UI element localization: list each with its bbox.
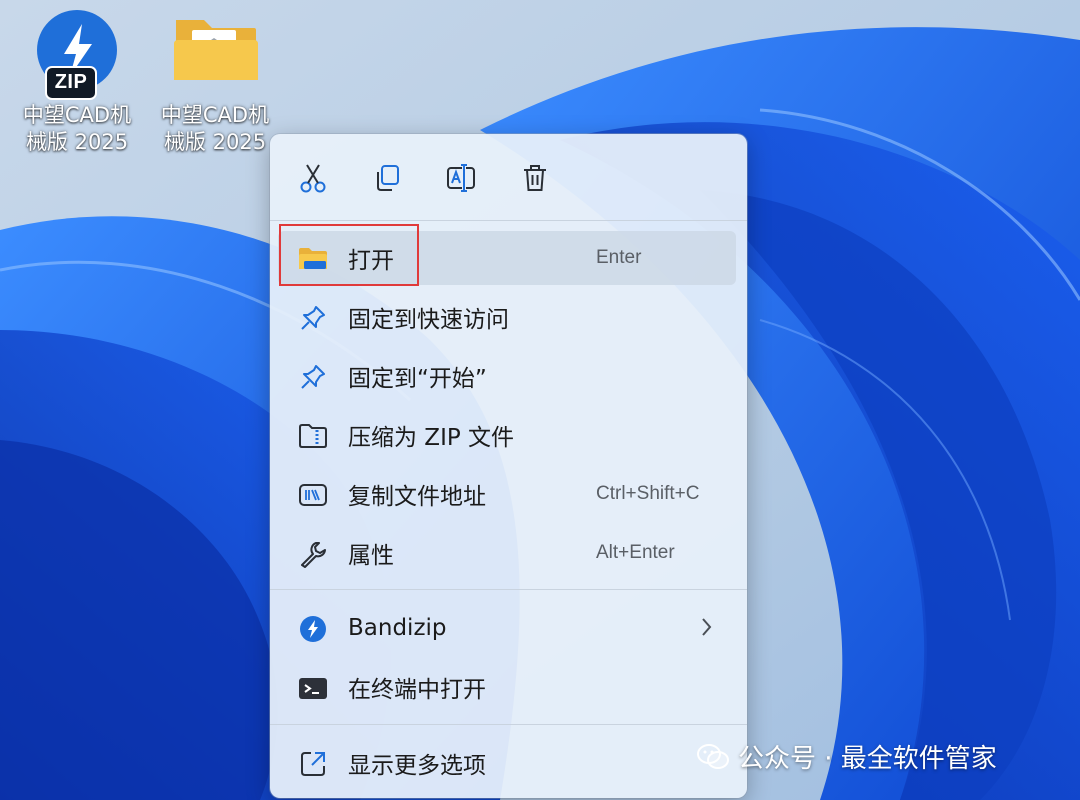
menu-separator xyxy=(270,589,747,590)
trash-icon xyxy=(524,165,546,191)
highlight-box xyxy=(279,224,419,286)
copy-button[interactable] xyxy=(367,158,407,198)
menu-item-open-terminal[interactable]: 在终端中打开 xyxy=(278,660,736,714)
bandizip-icon xyxy=(298,614,328,644)
menu-item-shortcut: Ctrl+Shift+C xyxy=(596,483,700,504)
menu-item-compress-zip[interactable]: 压缩为 ZIP 文件 xyxy=(278,408,736,462)
menu-item-properties[interactable]: 属性 Alt+Enter xyxy=(278,526,736,580)
delete-button[interactable] xyxy=(515,158,555,198)
menu-item-shortcut: Enter xyxy=(596,247,642,268)
menu-item-label: 压缩为 ZIP 文件 xyxy=(348,425,515,451)
chevron-right-icon xyxy=(700,615,714,643)
menu-item-label: 固定到快速访问 xyxy=(348,307,509,333)
terminal-icon xyxy=(298,673,328,703)
menu-item-copy-path[interactable]: 复制文件地址 Ctrl+Shift+C xyxy=(278,467,736,521)
menu-separator xyxy=(270,724,747,725)
watermark: 公众号 · 最全软件管家 xyxy=(696,738,997,775)
wechat-icon xyxy=(697,743,729,769)
zip-badge: ZIP xyxy=(45,66,97,100)
rename-icon xyxy=(447,164,475,192)
menu-item-label: Bandizip xyxy=(348,615,447,641)
desktop-icon-label: 中望CAD机 械版 2025 xyxy=(160,103,270,154)
watermark-text: 公众号 · 最全软件管家 xyxy=(738,744,997,774)
menu-item-pin-quick-access[interactable]: 固定到快速访问 xyxy=(278,290,736,344)
desktop-icon-label: 中望CAD机 械版 2025 xyxy=(22,103,132,154)
menu-item-pin-start[interactable]: 固定到“开始” xyxy=(278,349,736,403)
zip-folder-icon xyxy=(298,421,328,451)
desktop-icon-zip-archive[interactable]: ZIP 中望CAD机 械版 2025 xyxy=(12,10,142,156)
path-icon xyxy=(298,480,328,510)
menu-item-label: 显示更多选项 xyxy=(348,753,486,779)
desktop-icon-folder[interactable]: 中望CAD机 械版 2025 xyxy=(150,10,280,156)
menu-item-label: 复制文件地址 xyxy=(348,484,486,510)
pin-icon xyxy=(298,362,328,392)
menu-item-shortcut: Alt+Enter xyxy=(596,542,675,563)
external-icon xyxy=(298,749,328,779)
menu-item-show-more-options[interactable]: 显示更多选项 xyxy=(278,736,736,790)
cut-button[interactable] xyxy=(293,158,333,198)
menu-separator xyxy=(270,220,747,221)
copy-icon xyxy=(377,165,399,191)
scissors-icon xyxy=(300,164,326,193)
menu-item-label: 属性 xyxy=(348,543,394,569)
menu-item-label: 固定到“开始” xyxy=(348,366,487,392)
menu-item-bandizip[interactable]: Bandizip xyxy=(278,601,736,655)
wrench-icon xyxy=(298,539,328,569)
context-menu-toolbar xyxy=(270,134,747,220)
folder-icon xyxy=(174,20,258,80)
pin-icon xyxy=(298,303,328,333)
rename-button[interactable] xyxy=(441,158,481,198)
menu-item-label: 在终端中打开 xyxy=(348,677,486,703)
